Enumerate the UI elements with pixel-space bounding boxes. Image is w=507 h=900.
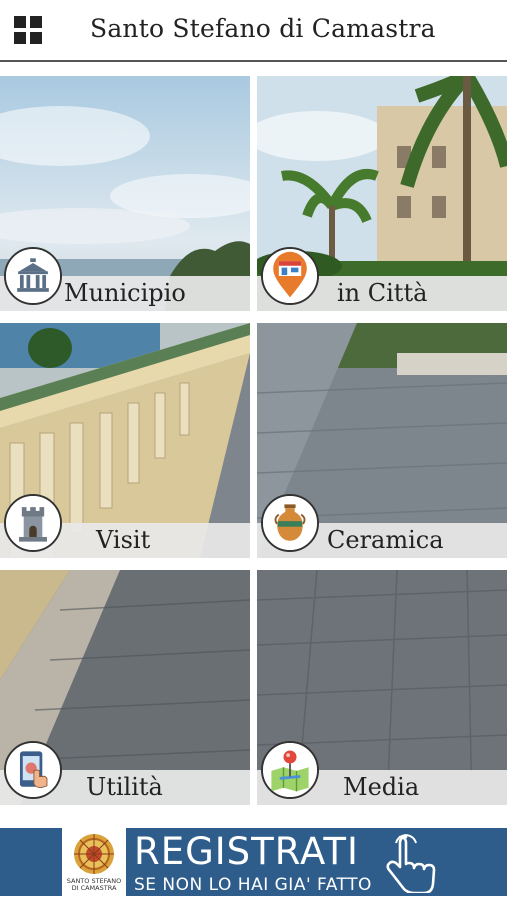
tile-label: Ceramica xyxy=(327,526,444,554)
tile-label: Utilità xyxy=(86,773,163,801)
banner-headline: REGISTRATI xyxy=(134,830,359,873)
tile-label: Municipio xyxy=(64,279,186,307)
tile-label: Media xyxy=(343,773,420,801)
tile-label: Visit xyxy=(96,526,151,554)
grid-menu-icon[interactable] xyxy=(14,16,42,44)
town-logo: SANTO STEFANO DI CAMASTRA xyxy=(62,828,126,896)
pointing-hand-icon xyxy=(384,833,436,895)
banner-subtext: SE NON LO HAI GIA' FATTO xyxy=(134,875,372,895)
tile-in-citta[interactable]: in Città xyxy=(257,76,507,311)
vase-icon xyxy=(261,494,319,552)
tile-utilita[interactable]: Utilità xyxy=(0,570,250,805)
shop-pin-icon xyxy=(261,247,319,305)
phone-touch-icon xyxy=(4,741,62,799)
map-pin-icon xyxy=(261,741,319,799)
tile-media[interactable]: Media xyxy=(257,570,507,805)
logo-caption: DI CAMASTRA xyxy=(71,884,117,892)
tile-municipio[interactable]: Municipio xyxy=(0,76,250,311)
register-banner[interactable]: SANTO STEFANO DI CAMASTRA REGISTRATI SE … xyxy=(0,828,507,896)
town-hall-icon xyxy=(4,247,62,305)
app-header: Santo Stefano di Camastra xyxy=(0,0,507,62)
page-title: Santo Stefano di Camastra xyxy=(90,14,436,43)
tile-label: in Città xyxy=(337,279,428,307)
tower-icon xyxy=(4,494,62,552)
tile-ceramica[interactable]: Ceramica xyxy=(257,323,507,558)
tile-visit[interactable]: Visit xyxy=(0,323,250,558)
